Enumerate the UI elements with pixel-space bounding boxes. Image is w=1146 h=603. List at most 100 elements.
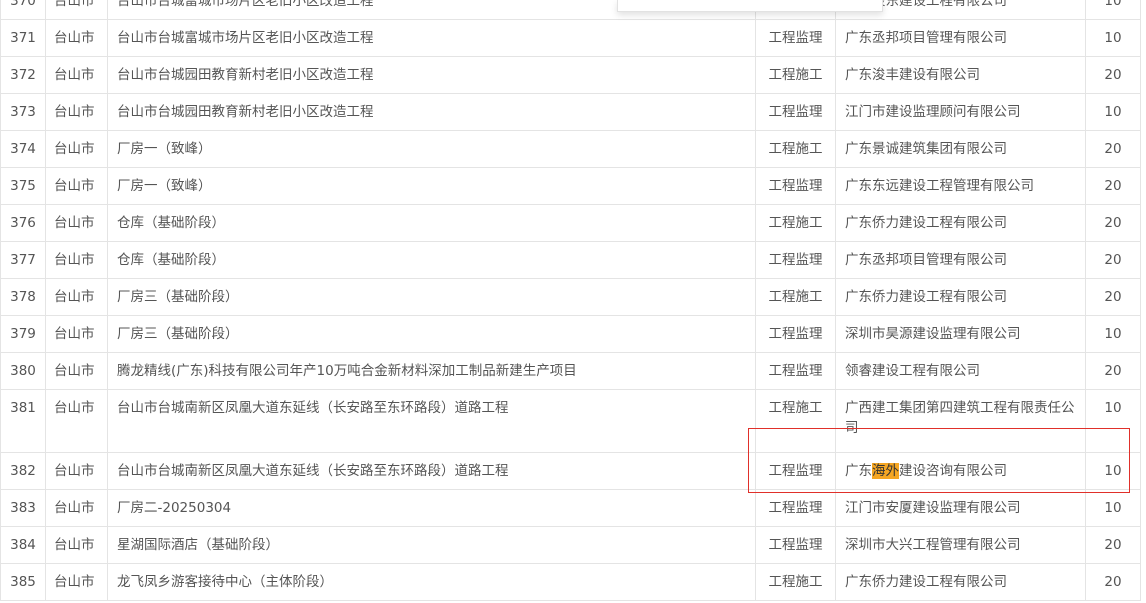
table-row: 371 台山市 台山市台城富城市场片区老旧小区改造工程 工程监理 广东丞邦项目管…	[0, 19, 1141, 57]
score-cell: 20	[1085, 56, 1141, 94]
company-cell: 广东侨力建设工程有限公司	[835, 563, 1086, 601]
table-row: 384 台山市 星湖国际酒店（基础阶段） 工程监理 深圳市大兴工程管理有限公司 …	[0, 526, 1141, 564]
work-type-cell: 工程监理	[755, 315, 836, 353]
city-cell: 台山市	[45, 0, 108, 20]
score-cell: 20	[1085, 526, 1141, 564]
row-number: 370	[0, 0, 46, 20]
row-number: 371	[0, 19, 46, 57]
table-row: 374 台山市 厂房一（致峰） 工程施工 广东景诚建筑集团有限公司 20	[0, 130, 1141, 168]
project-name-cell: 星湖国际酒店（基础阶段）	[107, 526, 756, 564]
project-name-cell: 台山市台城富城市场片区老旧小区改造工程	[107, 19, 756, 57]
work-type-cell: 工程监理	[755, 452, 836, 490]
company-cell: 广东丞邦项目管理有限公司	[835, 19, 1086, 57]
city-cell: 台山市	[45, 563, 108, 601]
project-name-cell: 台山市台城园田教育新村老旧小区改造工程	[107, 56, 756, 94]
score-cell: 10	[1085, 0, 1141, 20]
score-cell: 10	[1085, 315, 1141, 353]
table-row: 382 台山市 台山市台城南新区凤凰大道东延线（长安路至东环路段）道路工程 工程…	[0, 452, 1141, 490]
project-name-cell: 台山市台城南新区凤凰大道东延线（长安路至东环路段）道路工程	[107, 452, 756, 490]
work-type-cell: 工程施工	[755, 130, 836, 168]
company-cell: 广东侨力建设工程有限公司	[835, 278, 1086, 316]
city-cell: 台山市	[45, 19, 108, 57]
row-number: 376	[0, 204, 46, 242]
row-number: 383	[0, 489, 46, 527]
city-cell: 台山市	[45, 56, 108, 94]
row-number: 378	[0, 278, 46, 316]
table-row: 372 台山市 台山市台城园田教育新村老旧小区改造工程 工程施工 广东浚丰建设有…	[0, 56, 1141, 94]
city-cell: 台山市	[45, 93, 108, 131]
table-row: 378 台山市 厂房三（基础阶段） 工程施工 广东侨力建设工程有限公司 20	[0, 278, 1141, 316]
table-row: 383 台山市 厂房二-20250304 工程监理 江门市安厦建设监理有限公司 …	[0, 489, 1141, 527]
table-row: 381 台山市 台山市台城南新区凤凰大道东延线（长安路至东环路段）道路工程 工程…	[0, 389, 1141, 453]
company-name-prefix: 广东	[845, 463, 872, 479]
company-cell: 广东海外建设咨询有限公司	[835, 452, 1086, 490]
work-type-cell: 工程施工	[755, 389, 836, 453]
project-name-cell: 龙飞凤乡游客接待中心（主体阶段）	[107, 563, 756, 601]
score-cell: 20	[1085, 130, 1141, 168]
work-type-cell: 工程施工	[755, 56, 836, 94]
row-number: 385	[0, 563, 46, 601]
company-cell: 江门市建设监理顾问有限公司	[835, 93, 1086, 131]
company-cell: 广东浚丰建设有限公司	[835, 56, 1086, 94]
score-cell: 20	[1085, 352, 1141, 390]
work-type-cell: 工程施工	[755, 563, 836, 601]
company-cell: 广东景诚建筑集团有限公司	[835, 130, 1086, 168]
work-type-cell: 工程监理	[755, 19, 836, 57]
company-cell: 广东侨力建设工程有限公司	[835, 204, 1086, 242]
work-type-cell: 工程监理	[755, 489, 836, 527]
work-type-cell: 工程监理	[755, 241, 836, 279]
company-cell: 深圳市大兴工程管理有限公司	[835, 526, 1086, 564]
project-name-cell: 厂房三（基础阶段）	[107, 278, 756, 316]
row-number: 379	[0, 315, 46, 353]
row-number: 380	[0, 352, 46, 390]
score-cell: 20	[1085, 563, 1141, 601]
city-cell: 台山市	[45, 278, 108, 316]
table-row: 375 台山市 厂房一（致峰） 工程监理 广东东远建设工程管理有限公司 20	[0, 167, 1141, 205]
city-cell: 台山市	[45, 167, 108, 205]
work-type-cell: 工程监理	[755, 93, 836, 131]
work-type-cell: 工程监理	[755, 167, 836, 205]
score-cell: 20	[1085, 204, 1141, 242]
company-cell: 广东丞邦项目管理有限公司	[835, 241, 1086, 279]
score-cell: 10	[1085, 93, 1141, 131]
city-cell: 台山市	[45, 452, 108, 490]
table-row: 380 台山市 腾龙精线(广东)科技有限公司年产10万吨合金新材料深加工制品新建…	[0, 352, 1141, 390]
company-cell: 江门市安厦建设监理有限公司	[835, 489, 1086, 527]
project-name-cell: 仓库（基础阶段）	[107, 204, 756, 242]
city-cell: 台山市	[45, 204, 108, 242]
table-row: 379 台山市 厂房三（基础阶段） 工程监理 深圳市昊源建设监理有限公司 10	[0, 315, 1141, 353]
score-cell: 10	[1085, 389, 1141, 453]
work-type-cell: 工程监理	[755, 352, 836, 390]
table-row: 370 台山市 台山市台城富城市场片区老旧小区改造工程 工程施工 广东骏东建设工…	[0, 0, 1141, 20]
company-cell: 深圳市昊源建设监理有限公司	[835, 315, 1086, 353]
city-cell: 台山市	[45, 526, 108, 564]
work-type-cell: 工程监理	[755, 526, 836, 564]
records-table: 370 台山市 台山市台城富城市场片区老旧小区改造工程 工程施工 广东骏东建设工…	[0, 0, 1141, 601]
project-name-cell: 仓库（基础阶段）	[107, 241, 756, 279]
row-number: 384	[0, 526, 46, 564]
find-popup-edge	[617, 0, 883, 12]
table-row: 376 台山市 仓库（基础阶段） 工程施工 广东侨力建设工程有限公司 20	[0, 204, 1141, 242]
score-cell: 10	[1085, 489, 1141, 527]
city-cell: 台山市	[45, 389, 108, 453]
project-name-cell: 厂房二-20250304	[107, 489, 756, 527]
score-cell: 20	[1085, 241, 1141, 279]
score-cell: 10	[1085, 452, 1141, 490]
project-name-cell: 腾龙精线(广东)科技有限公司年产10万吨合金新材料深加工制品新建生产项目	[107, 352, 756, 390]
score-cell: 20	[1085, 167, 1141, 205]
company-cell: 领睿建设工程有限公司	[835, 352, 1086, 390]
city-cell: 台山市	[45, 315, 108, 353]
company-name-suffix: 建设咨询有限公司	[899, 463, 1007, 479]
project-name-cell: 台山市台城南新区凤凰大道东延线（长安路至东环路段）道路工程	[107, 389, 756, 453]
work-type-cell: 工程施工	[755, 278, 836, 316]
row-number: 382	[0, 452, 46, 490]
records-table-container: 370 台山市 台山市台城富城市场片区老旧小区改造工程 工程施工 广东骏东建设工…	[0, 0, 1146, 601]
row-number: 374	[0, 130, 46, 168]
city-cell: 台山市	[45, 241, 108, 279]
score-cell: 10	[1085, 19, 1141, 57]
project-name-cell: 厂房一（致峰）	[107, 130, 756, 168]
city-cell: 台山市	[45, 489, 108, 527]
work-type-cell: 工程施工	[755, 204, 836, 242]
project-name-cell: 台山市台城园田教育新村老旧小区改造工程	[107, 93, 756, 131]
city-cell: 台山市	[45, 352, 108, 390]
